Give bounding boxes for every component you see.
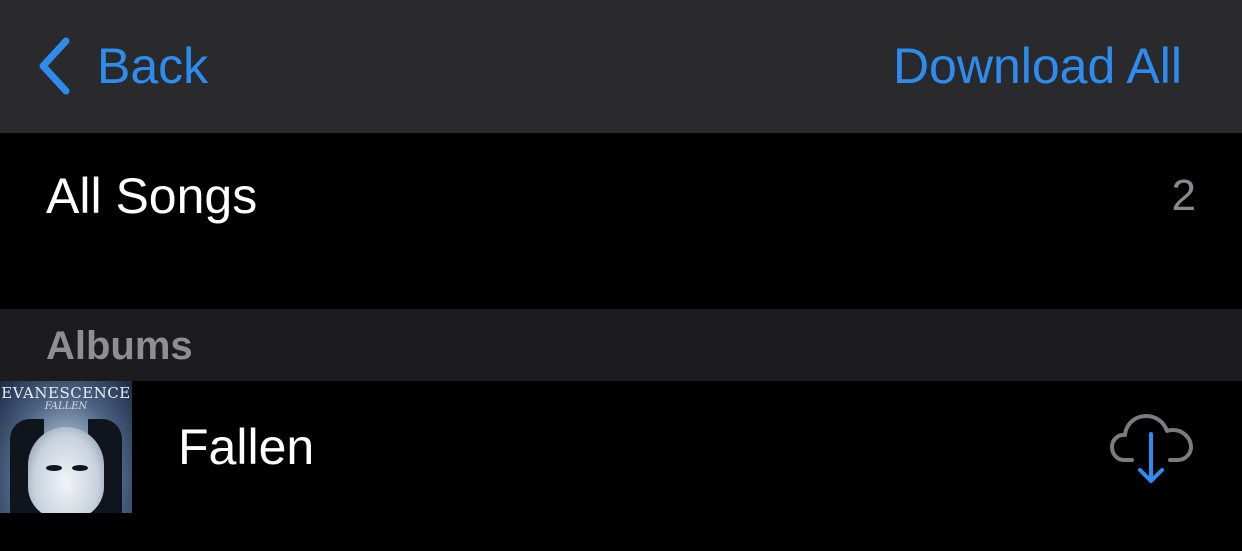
back-label: Back: [97, 38, 209, 94]
chevron-left-icon: [36, 36, 72, 96]
album-artwork-subtitle: FALLEN: [44, 401, 88, 412]
download-all-button[interactable]: Download All: [893, 36, 1182, 96]
album-artwork-brand: EVANESCENCE: [1, 384, 131, 402]
cloud-download-icon[interactable]: [1110, 406, 1194, 491]
album-title: Fallen: [178, 419, 315, 475]
albums-section-title: Albums: [46, 324, 193, 368]
back-button[interactable]: Back: [36, 36, 208, 96]
all-songs-label: All Songs: [46, 168, 258, 224]
all-songs-count: 2: [1171, 171, 1196, 220]
album-artwork: EVANESCENCE FALLEN: [0, 381, 132, 513]
